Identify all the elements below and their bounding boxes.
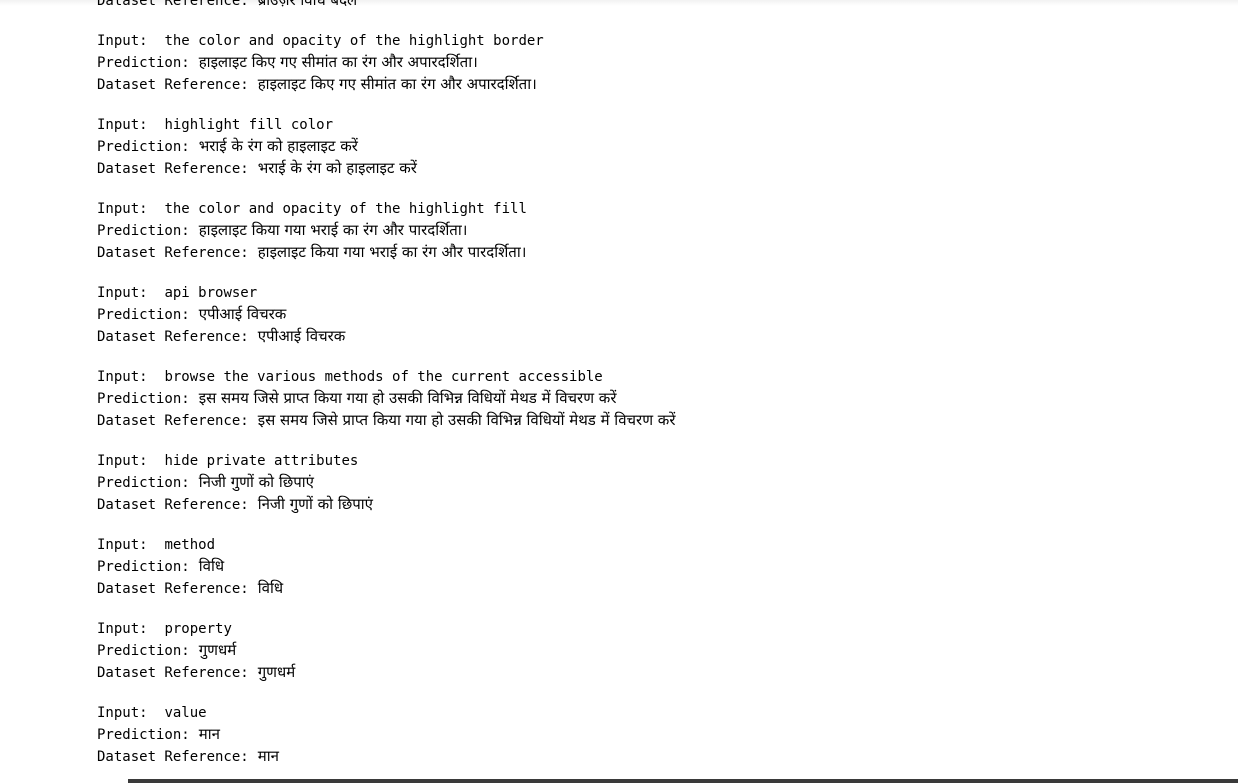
- output-entry: Input: browse the various methods of the…: [97, 367, 1217, 431]
- output-entry: Input: method Prediction: विधि Dataset Re…: [97, 535, 1217, 599]
- prediction-text: मान: [198, 725, 220, 743]
- output-entry: Input: hide private attributes Predictio…: [97, 451, 1217, 515]
- notebook-output-viewer: { "labels": { "input": "Input: ", "predi…: [0, 0, 1238, 783]
- prediction-line: Prediction: इस समय जिसे प्राप्त किया गया …: [97, 388, 1217, 409]
- input-label: Input:: [97, 33, 165, 49]
- prediction-line: Prediction: एपीआई विचरक: [97, 304, 1217, 325]
- input-text: the color and opacity of the highlight f…: [164, 201, 527, 217]
- reference-text: हाइलाइट किया गया भराई का रंग और पारदर्शि…: [257, 243, 527, 261]
- reference-line: Dataset Reference: विधि: [97, 578, 1217, 599]
- prediction-line: Prediction: गुणधर्म: [97, 640, 1217, 661]
- prediction-line: Prediction: मान: [97, 724, 1217, 745]
- input-label: Input:: [97, 537, 165, 553]
- reference-text: इस समय जिसे प्राप्त किया गया हो उसकी विभ…: [257, 411, 676, 429]
- input-line: Input: api browser: [97, 283, 1217, 304]
- prediction-text: हाइलाइट किए गए सीमांत का रंग और अपारदर्श…: [198, 53, 478, 71]
- reference-label: Dataset Reference:: [97, 581, 249, 597]
- prediction-text: निजी गुणों को छिपाएं: [198, 473, 314, 491]
- prediction-line: Prediction: भराई के रंग को हाइलाइट करें: [97, 136, 1217, 157]
- input-line: Input: value: [97, 703, 1217, 724]
- reference-text: गुणधर्म: [257, 663, 296, 681]
- reference-text: विधि: [257, 579, 284, 597]
- reference-label: Dataset Reference:: [97, 329, 249, 345]
- output-entry: Input: value Prediction: मान Dataset Refe…: [97, 703, 1217, 767]
- reference-line: Dataset Reference: ब्राउज़र विधि बदलें: [97, 0, 1217, 11]
- output-entry-partial: Dataset Reference: ब्राउज़र विधि बदलें: [97, 0, 1217, 11]
- prediction-label: Prediction:: [97, 727, 190, 743]
- input-line: Input: highlight fill color: [97, 115, 1217, 136]
- input-text: hide private attributes: [164, 453, 359, 469]
- input-text: property: [164, 621, 232, 637]
- reference-label: Dataset Reference:: [97, 0, 249, 9]
- input-label: Input:: [97, 453, 165, 469]
- reference-label: Dataset Reference:: [97, 413, 249, 429]
- reference-line: Dataset Reference: हाइलाइट किए गए सीमांत …: [97, 74, 1217, 95]
- output-text-area: Dataset Reference: ब्राउज़र विधि बदलें In…: [97, 0, 1217, 767]
- reference-line: Dataset Reference: भराई के रंग को हाइलाइट…: [97, 158, 1217, 179]
- reference-label: Dataset Reference:: [97, 245, 249, 261]
- prediction-label: Prediction:: [97, 55, 190, 71]
- input-label: Input:: [97, 621, 165, 637]
- input-label: Input:: [97, 705, 165, 721]
- input-text: browse the various methods of the curren…: [164, 369, 603, 385]
- prediction-label: Prediction:: [97, 391, 190, 407]
- input-line: Input: the color and opacity of the high…: [97, 31, 1217, 52]
- prediction-label: Prediction:: [97, 307, 190, 323]
- prediction-label: Prediction:: [97, 475, 190, 491]
- prediction-line: Prediction: निजी गुणों को छिपाएं: [97, 472, 1217, 493]
- output-entry: Input: the color and opacity of the high…: [97, 31, 1217, 95]
- reference-label: Dataset Reference:: [97, 749, 249, 765]
- input-label: Input:: [97, 201, 165, 217]
- reference-line: Dataset Reference: गुणधर्म: [97, 662, 1217, 683]
- reference-line: Dataset Reference: निजी गुणों को छिपाएं: [97, 494, 1217, 515]
- reference-text: हाइलाइट किए गए सीमांत का रंग और अपारदर्श…: [257, 75, 537, 93]
- prediction-label: Prediction:: [97, 139, 190, 155]
- reference-line: Dataset Reference: हाइलाइट किया गया भराई …: [97, 242, 1217, 263]
- prediction-label: Prediction:: [97, 559, 190, 575]
- prediction-text: गुणधर्म: [198, 641, 237, 659]
- input-text: the color and opacity of the highlight b…: [164, 33, 544, 49]
- horizontal-scrollbar[interactable]: [128, 779, 1238, 783]
- reference-text: ब्राउज़र विधि बदलें: [257, 0, 358, 9]
- input-label: Input:: [97, 369, 165, 385]
- output-entry: Input: the color and opacity of the high…: [97, 199, 1217, 263]
- reference-label: Dataset Reference:: [97, 497, 249, 513]
- input-label: Input:: [97, 285, 165, 301]
- input-line: Input: property: [97, 619, 1217, 640]
- input-text: highlight fill color: [164, 117, 334, 133]
- reference-text: एपीआई विचरक: [257, 327, 346, 345]
- prediction-text: भराई के रंग को हाइलाइट करें: [198, 137, 358, 155]
- prediction-line: Prediction: विधि: [97, 556, 1217, 577]
- output-entry: Input: property Prediction: गुणधर्म Datas…: [97, 619, 1217, 683]
- prediction-text: एपीआई विचरक: [198, 305, 287, 323]
- prediction-text: इस समय जिसे प्राप्त किया गया हो उसकी विभ…: [198, 389, 617, 407]
- prediction-label: Prediction:: [97, 223, 190, 239]
- input-text: api browser: [164, 285, 258, 301]
- reference-label: Dataset Reference:: [97, 161, 249, 177]
- prediction-label: Prediction:: [97, 643, 190, 659]
- reference-label: Dataset Reference:: [97, 77, 249, 93]
- prediction-text: विधि: [198, 557, 225, 575]
- reference-line: Dataset Reference: मान: [97, 746, 1217, 767]
- reference-text: मान: [257, 747, 279, 765]
- prediction-line: Prediction: हाइलाइट किया गया भराई का रंग …: [97, 220, 1217, 241]
- input-line: Input: hide private attributes: [97, 451, 1217, 472]
- reference-text: भराई के रंग को हाइलाइट करें: [257, 159, 417, 177]
- input-line: Input: method: [97, 535, 1217, 556]
- reference-label: Dataset Reference:: [97, 665, 249, 681]
- reference-line: Dataset Reference: इस समय जिसे प्राप्त कि…: [97, 410, 1217, 431]
- output-entry: Input: api browser Prediction: एपीआई विचर…: [97, 283, 1217, 347]
- prediction-line: Prediction: हाइलाइट किए गए सीमांत का रंग …: [97, 52, 1217, 73]
- input-line: Input: the color and opacity of the high…: [97, 199, 1217, 220]
- prediction-text: हाइलाइट किया गया भराई का रंग और पारदर्शि…: [198, 221, 468, 239]
- input-line: Input: browse the various methods of the…: [97, 367, 1217, 388]
- input-text: value: [164, 705, 207, 721]
- reference-text: निजी गुणों को छिपाएं: [257, 495, 373, 513]
- output-entry: Input: highlight fill color Prediction: भ…: [97, 115, 1217, 179]
- input-text: method: [164, 537, 216, 553]
- input-label: Input:: [97, 117, 165, 133]
- reference-line: Dataset Reference: एपीआई विचरक: [97, 326, 1217, 347]
